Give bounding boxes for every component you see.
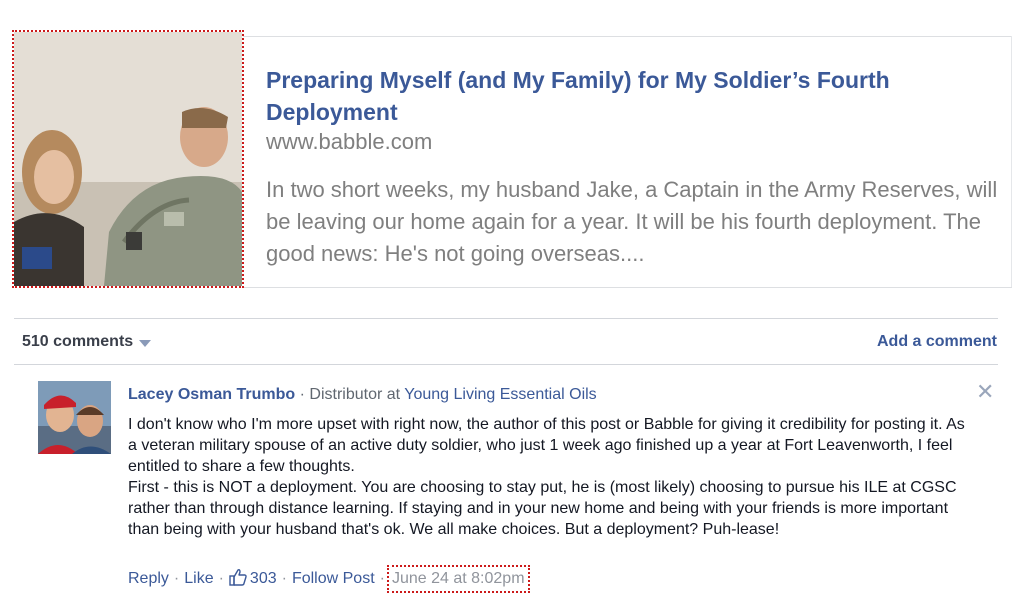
comment-body: I don't know who I'm more upset with rig… xyxy=(128,414,968,540)
action-separator: · xyxy=(218,570,224,587)
chevron-down-icon xyxy=(139,339,152,347)
comment-count-label: 510 comments xyxy=(22,333,134,350)
header-separator: · xyxy=(299,386,305,403)
comment-header: Lacey Osman Trumbo · Distributor at Youn… xyxy=(128,384,597,406)
link-domain: www.babble.com xyxy=(266,129,433,154)
action-separator: · xyxy=(281,570,287,587)
comment-author-link[interactable]: Lacey Osman Trumbo xyxy=(128,386,295,403)
like-count-link[interactable]: 303 xyxy=(229,568,277,590)
reply-link[interactable]: Reply xyxy=(128,568,169,590)
like-count: 303 xyxy=(249,570,277,587)
card-top-border xyxy=(243,36,1012,37)
comment-count-dropdown[interactable]: 510 comments xyxy=(22,333,152,351)
add-comment-link[interactable]: Add a comment xyxy=(877,333,997,351)
card-right-border xyxy=(1011,36,1012,288)
comments-bar-bottom-border xyxy=(14,364,998,365)
link-description: In two short weeks, my husband Jake, a C… xyxy=(266,177,998,266)
comment-timestamp-link[interactable]: June 24 at 8:02pm xyxy=(386,565,530,593)
follow-post-link[interactable]: Follow Post xyxy=(292,568,375,590)
comment-paragraph: First - this is NOT a deployment. You ar… xyxy=(128,479,957,538)
action-separator: · xyxy=(379,570,385,587)
author-role: Distributor xyxy=(309,386,383,403)
comment-actions: Reply · Like · 303 · Follow Post · June … xyxy=(128,565,530,593)
avatar[interactable] xyxy=(38,381,111,454)
thumbs-up-icon xyxy=(229,569,247,586)
author-at-word: at xyxy=(386,386,401,403)
comments-bar-top-border xyxy=(14,318,998,319)
link-title[interactable]: Preparing Myself (and My Family) for My … xyxy=(266,64,996,128)
close-icon[interactable]: ✕ xyxy=(976,380,994,404)
comment-paragraph: I don't know who I'm more upset with rig… xyxy=(128,416,965,475)
card-bottom-border xyxy=(243,287,1012,288)
link-thumbnail[interactable] xyxy=(12,30,244,288)
action-separator: · xyxy=(173,570,180,587)
like-link[interactable]: Like xyxy=(184,568,213,590)
author-employer-link[interactable]: Young Living Essential Oils xyxy=(404,386,596,403)
